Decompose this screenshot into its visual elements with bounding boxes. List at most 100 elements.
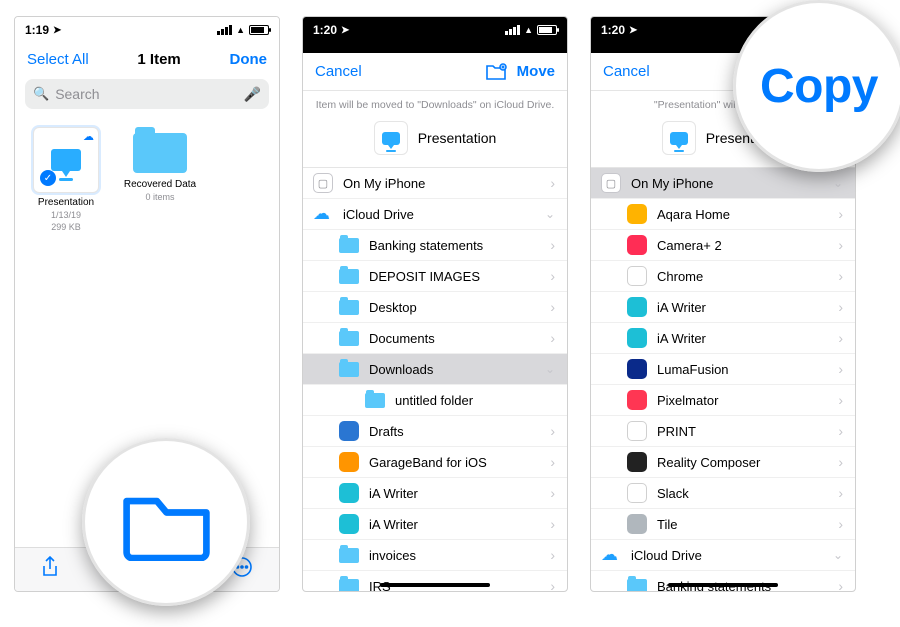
row-label: Banking statements — [369, 238, 483, 253]
location-list[interactable]: ▢On My iPhone⌄Aqara Home›Camera+ 2›Chrom… — [591, 167, 855, 592]
app-icon — [627, 235, 647, 255]
chevron-down-icon: ⌄ — [833, 548, 843, 562]
location-row[interactable]: Downloads⌄ — [303, 354, 567, 385]
location-row[interactable]: Drafts› — [303, 416, 567, 447]
row-label: iA Writer — [369, 486, 418, 501]
chevron-right-icon: › — [550, 330, 555, 346]
chevron-right-icon: › — [838, 423, 843, 439]
chevron-right-icon: › — [550, 175, 555, 191]
chevron-right-icon: › — [550, 516, 555, 532]
location-row[interactable]: ☁︎ iCloud Drive ⌄ — [591, 540, 855, 571]
row-label: Aqara Home — [657, 207, 730, 222]
location-row[interactable]: Banking statements› — [303, 230, 567, 261]
location-row[interactable]: LumaFusion› — [591, 354, 855, 385]
cloud-download-icon: ☁︎ — [83, 130, 94, 143]
keynote-icon — [51, 149, 81, 171]
location-row[interactable]: Slack› — [591, 478, 855, 509]
row-label: iA Writer — [369, 517, 418, 532]
share-button[interactable] — [41, 556, 59, 584]
chevron-right-icon: › — [550, 547, 555, 563]
location-row[interactable]: iA Writer› — [591, 292, 855, 323]
location-row[interactable]: ▢ On My iPhone › — [303, 168, 567, 199]
row-label: iA Writer — [657, 300, 706, 315]
app-icon — [627, 421, 647, 441]
folder-icon — [339, 362, 359, 377]
moving-item: Presentation — [303, 115, 567, 167]
location-row[interactable]: DEPOSIT IMAGES› — [303, 261, 567, 292]
folder-icon — [627, 579, 647, 593]
location-row[interactable]: Reality Composer› — [591, 447, 855, 478]
location-row[interactable]: Aqara Home› — [591, 199, 855, 230]
app-icon — [627, 390, 647, 410]
home-indicator — [380, 583, 490, 587]
location-row[interactable]: Banking statements› — [591, 571, 855, 592]
chevron-right-icon: › — [838, 268, 843, 284]
location-row[interactable]: ☁︎iCloud Drive⌄ — [303, 199, 567, 230]
location-row[interactable]: PRINT › — [591, 416, 855, 447]
row-label: untitled folder — [395, 393, 473, 408]
location-row[interactable]: GarageBand for iOS› — [303, 447, 567, 478]
search-input[interactable]: 🔍 Search 🎤 — [25, 79, 269, 109]
location-row[interactable]: Desktop› — [303, 292, 567, 323]
cloud-icon: ☁︎ — [601, 545, 621, 565]
chevron-down-icon: ⌄ — [833, 176, 843, 190]
row-label: DEPOSIT IMAGES — [369, 269, 480, 284]
app-icon — [627, 297, 647, 317]
row-label: On My iPhone — [631, 176, 713, 191]
app-icon — [627, 452, 647, 472]
select-all-button[interactable]: Select All — [27, 51, 89, 68]
location-row[interactable]: IRS› — [303, 571, 567, 592]
chevron-right-icon: › — [838, 237, 843, 253]
wifi-icon — [236, 24, 245, 36]
app-icon — [339, 514, 359, 534]
folder-icon — [339, 548, 359, 563]
location-row[interactable]: Pixelmator› — [591, 385, 855, 416]
done-button[interactable]: Done — [230, 51, 268, 68]
device-icon: ▢ — [313, 173, 333, 193]
row-label: Tile — [657, 517, 677, 532]
new-folder-button[interactable] — [485, 63, 507, 81]
chevron-right-icon: › — [550, 485, 555, 501]
location-list[interactable]: ▢On My iPhone›☁︎iCloud Drive⌄Banking sta… — [303, 167, 567, 592]
signal-icon — [217, 25, 232, 35]
zoom-copy-label: Copy — [733, 0, 900, 172]
app-icon — [627, 266, 647, 286]
location-row[interactable]: Documents› — [303, 323, 567, 354]
row-label: iCloud Drive — [631, 548, 702, 563]
row-label: On My iPhone — [343, 176, 425, 191]
mic-icon[interactable]: 🎤 — [244, 86, 261, 103]
checkmark-icon: ✓ — [40, 170, 56, 186]
row-label: Downloads — [369, 362, 433, 377]
page-title: 1 Item — [137, 51, 180, 68]
location-row[interactable]: Chrome› — [591, 261, 855, 292]
row-label: Desktop — [369, 300, 417, 315]
folder-item-recovered[interactable]: Recovered Data 0 items — [123, 127, 197, 233]
location-row[interactable]: iA Writer› — [591, 323, 855, 354]
folder-name: Recovered Data — [124, 179, 196, 190]
search-placeholder: Search — [55, 86, 99, 102]
location-row[interactable]: untitled folder — [303, 385, 567, 416]
row-label: GarageBand for iOS — [369, 455, 487, 470]
folder-icon — [339, 300, 359, 315]
search-icon: 🔍 — [33, 86, 49, 102]
folder-icon — [339, 269, 359, 284]
location-row[interactable]: ▢ On My iPhone ⌄ — [591, 168, 855, 199]
cancel-button[interactable]: Cancel — [603, 63, 650, 80]
row-label: Camera+ 2 — [657, 238, 722, 253]
location-row[interactable]: Camera+ 2 › — [591, 230, 855, 261]
file-item-presentation[interactable]: ☁︎ ✓ Presentation 1/13/19299 KB — [29, 127, 103, 233]
app-icon — [339, 421, 359, 441]
location-row[interactable]: invoices› — [303, 540, 567, 571]
folder-icon — [339, 238, 359, 253]
location-icon: ➤ — [341, 25, 349, 36]
row-label: Drafts — [369, 424, 404, 439]
row-label: PRINT — [657, 424, 696, 439]
device-icon: ▢ — [601, 173, 621, 193]
zoom-move-icon — [82, 438, 250, 606]
location-row[interactable]: iA Writer › — [303, 478, 567, 509]
location-row[interactable]: iA Writer › — [303, 509, 567, 540]
chevron-right-icon: › — [838, 485, 843, 501]
cancel-button[interactable]: Cancel — [315, 63, 362, 80]
move-action-button[interactable]: Move — [517, 63, 555, 80]
location-row[interactable]: Tile› — [591, 509, 855, 540]
